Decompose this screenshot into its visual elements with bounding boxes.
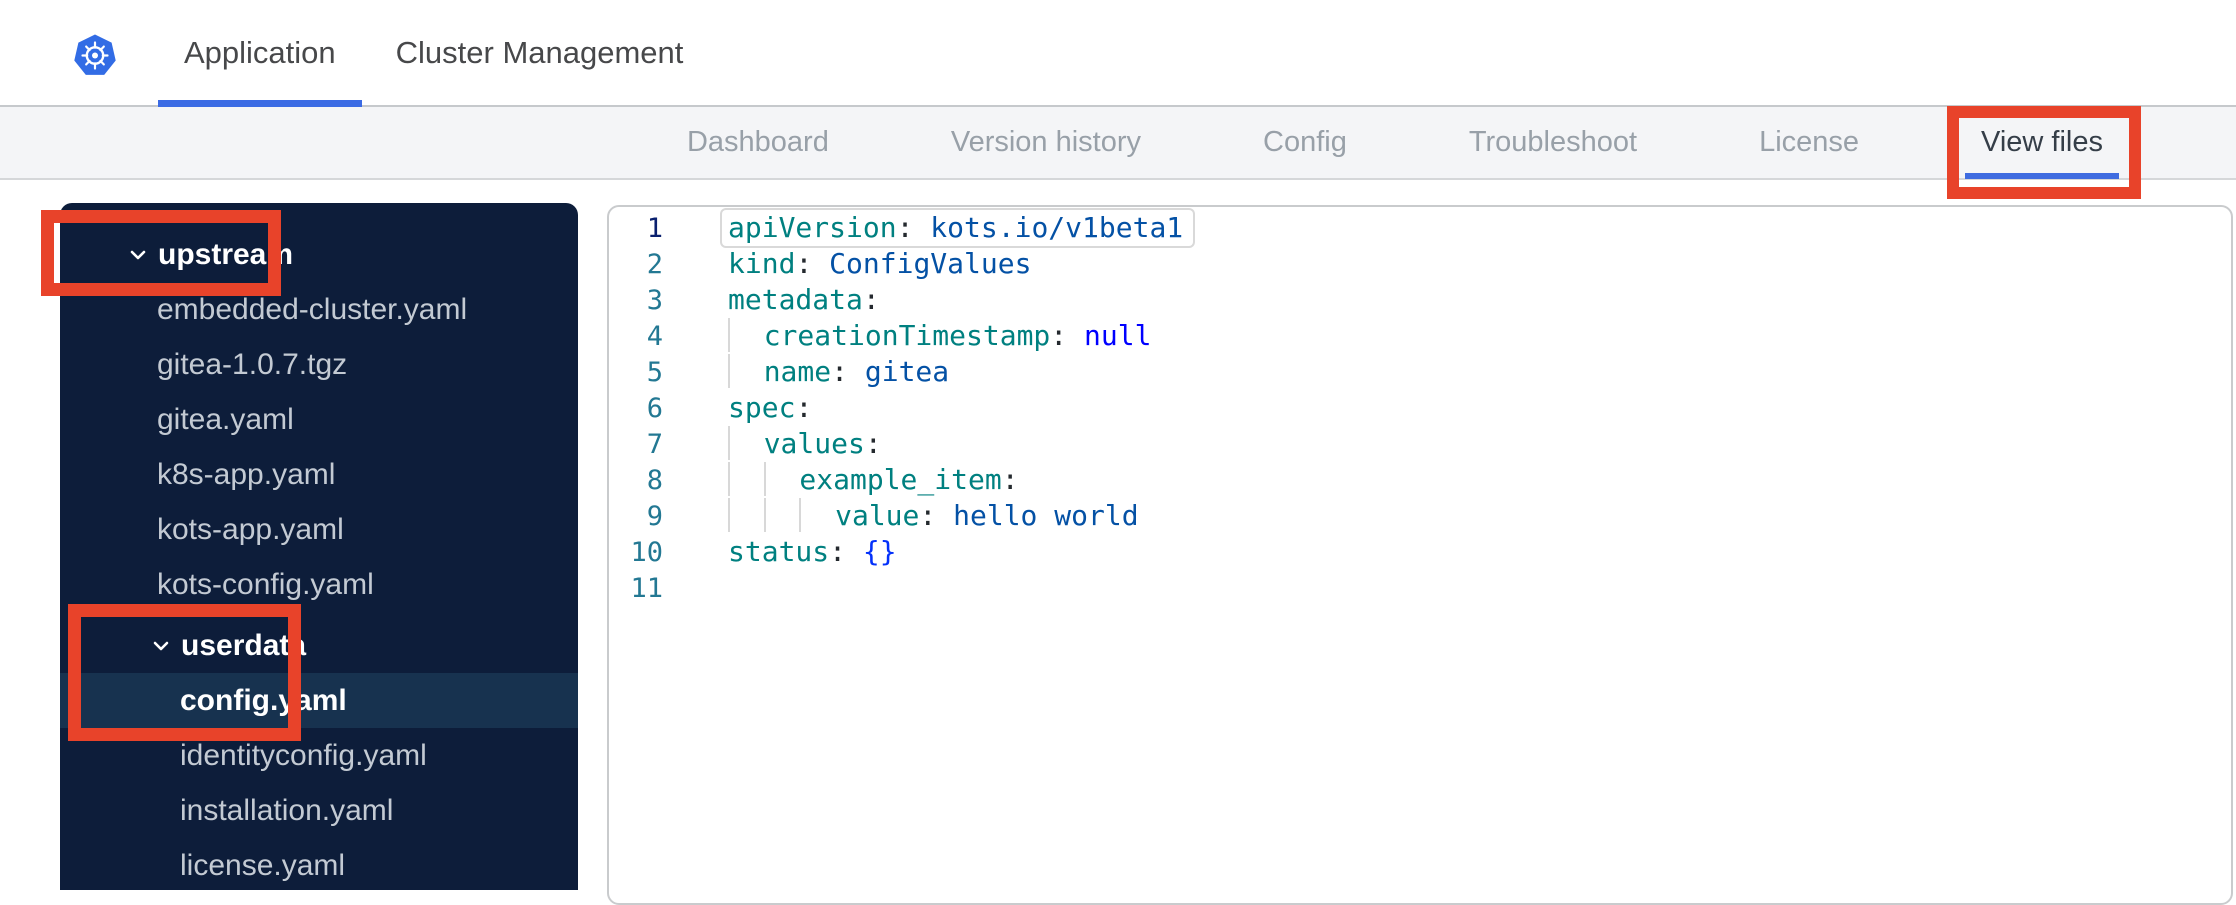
- tree-file-kots-app-yaml[interactable]: kots-app.yaml: [60, 502, 578, 557]
- tree-item-label: upstream: [158, 237, 294, 271]
- nav-tab-troubleshoot[interactable]: Troubleshoot: [1469, 106, 1637, 179]
- nav-tab-dashboard[interactable]: Dashboard: [687, 106, 829, 179]
- chevron-down-icon: [153, 641, 169, 650]
- tree-folder-userdata[interactable]: userdata: [60, 618, 578, 673]
- tree-item-label: kots-config.yaml: [157, 567, 374, 601]
- nav-tab-version-history[interactable]: Version history: [951, 106, 1141, 179]
- tree-item-label: k8s-app.yaml: [157, 457, 336, 491]
- code-content: creationTimestamp: null: [728, 318, 1151, 354]
- line-number: 6: [646, 392, 663, 424]
- indent-guide: [728, 318, 764, 352]
- code-content: example_item:: [728, 462, 1019, 498]
- line-number: 5: [646, 356, 663, 388]
- line-number: 8: [646, 464, 663, 496]
- indent-guide: [728, 462, 764, 496]
- tree-file-k8s-app-yaml[interactable]: k8s-app.yaml: [60, 447, 578, 502]
- tree-item-label: license.yaml: [180, 848, 346, 882]
- line-number: 9: [646, 500, 663, 532]
- line-number: 11: [630, 572, 663, 604]
- tree-item-label: userdata: [181, 628, 307, 662]
- tree-folder-upstream[interactable]: upstream: [60, 227, 578, 282]
- code-line-8: 8 example_item:: [609, 462, 2231, 498]
- code-content: apiVersion: kots.io/v1beta1: [722, 210, 1193, 246]
- code-content: metadata:: [728, 283, 880, 316]
- code-content: status: {}: [728, 535, 897, 568]
- indent-guide: [728, 498, 764, 532]
- line-number: 1: [646, 212, 663, 244]
- header-tab-cluster-management[interactable]: Cluster Management: [370, 0, 710, 105]
- code-line-6: 6 spec:: [609, 390, 2231, 426]
- nav-tab-license[interactable]: License: [1759, 106, 1859, 179]
- code-content: values:: [728, 426, 882, 462]
- tree-item-label: embedded-cluster.yaml: [157, 292, 468, 326]
- code-line-4: 4 creationTimestamp: null: [609, 318, 2231, 354]
- tree-file-kots-config-yaml[interactable]: kots-config.yaml: [60, 557, 578, 612]
- tree-item-label: installation.yaml: [180, 793, 394, 827]
- tree-file-config-yaml[interactable]: config.yaml: [60, 673, 578, 728]
- tree-item-label: config.yaml: [180, 683, 347, 717]
- header-tab-bar: Application Cluster Management: [158, 0, 710, 107]
- code-content: kind: ConfigValues: [728, 247, 1032, 280]
- tree-file-gitea-1-0-7-tgz[interactable]: gitea-1.0.7.tgz: [60, 337, 578, 392]
- line-number: 7: [646, 428, 663, 460]
- app-nav-bar: Dashboard Version history Config Troublesho…: [0, 107, 2236, 180]
- code-viewer[interactable]: 1 apiVersion: kots.io/v1beta1 2 kind: Confi…: [607, 205, 2233, 905]
- tree-item-label: gitea-1.0.7.tgz: [157, 347, 348, 381]
- tree-file-gitea-yaml[interactable]: gitea.yaml: [60, 392, 578, 447]
- code-line-5: 5 name: gitea: [609, 354, 2231, 390]
- tree-file-installation-yaml[interactable]: installation.yaml: [60, 783, 578, 838]
- app-header: Application Cluster Management: [0, 0, 2236, 107]
- chevron-down-icon: [130, 250, 146, 259]
- code-content: name: gitea: [728, 354, 949, 390]
- indent-guide: [799, 498, 835, 532]
- code-lines: 1 apiVersion: kots.io/v1beta1 2 kind: Confi…: [609, 210, 2231, 606]
- line-number: 10: [630, 536, 663, 568]
- line-number: 4: [646, 320, 663, 352]
- tree-file-embedded-cluster-yaml[interactable]: embedded-cluster.yaml: [60, 282, 578, 337]
- code-line-11: 11: [609, 570, 2231, 606]
- code-content: value: hello world: [728, 498, 1139, 534]
- code-line-7: 7 values:: [609, 426, 2231, 462]
- code-line-1: 1 apiVersion: kots.io/v1beta1: [609, 210, 2231, 246]
- line-number: 2: [646, 248, 663, 280]
- tree-item-label: gitea.yaml: [157, 402, 294, 436]
- indent-guide: [763, 462, 800, 496]
- nav-tab-view-files[interactable]: View files: [1965, 106, 2119, 179]
- kubernetes-logo-icon: [74, 34, 116, 75]
- indent-guide: [763, 498, 800, 532]
- tree-item-label: kots-app.yaml: [157, 512, 344, 546]
- indent-guide: [728, 426, 764, 460]
- code-line-2: 2 kind: ConfigValues: [609, 246, 2231, 282]
- header-tab-application[interactable]: Application: [158, 0, 362, 107]
- tree-item-label: identityconfig.yaml: [180, 738, 427, 772]
- tree-file-identityconfig-yaml[interactable]: identityconfig.yaml: [60, 728, 578, 783]
- file-tree: upstream embedded-cluster.yaml gitea-1.0.7…: [60, 203, 578, 890]
- tree-file-license-yaml[interactable]: license.yaml: [60, 838, 578, 890]
- code-line-3: 3 metadata:: [609, 282, 2231, 318]
- indent-guide: [728, 354, 764, 388]
- code-line-10: 10 status: {}: [609, 534, 2231, 570]
- nav-tab-config[interactable]: Config: [1263, 106, 1347, 179]
- code-content: spec:: [728, 391, 813, 424]
- line-number: 3: [646, 284, 663, 316]
- code-line-9: 9 value: hello world: [609, 498, 2231, 534]
